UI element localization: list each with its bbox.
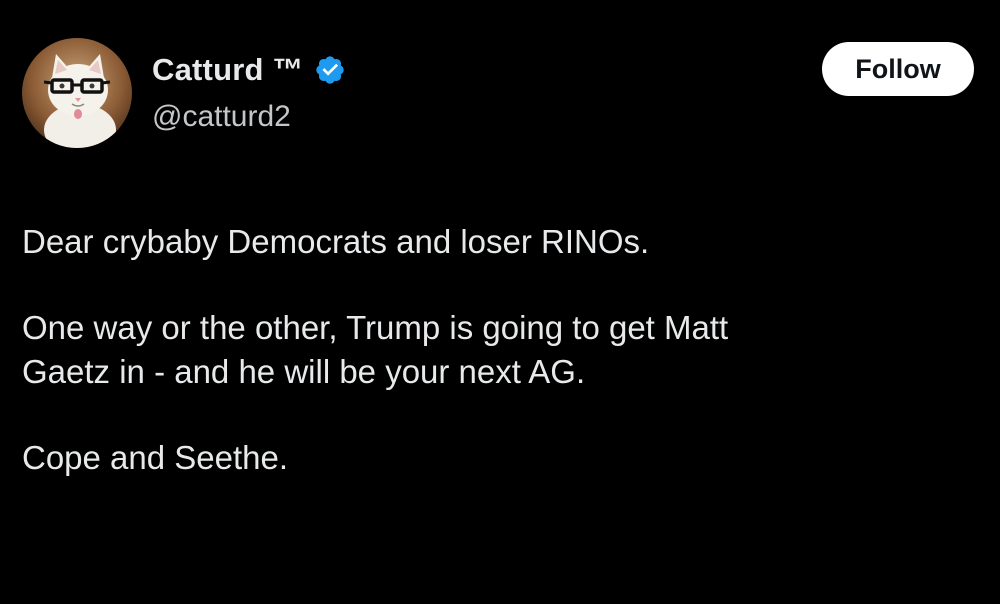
cat-avatar-icon <box>22 38 132 148</box>
author-name-row: Catturd ™ <box>152 50 346 90</box>
tweet-paragraph: One way or the other, Trump is going to … <box>22 309 729 390</box>
tweet-card: Catturd ™ @catturd2 Follow Dear crybaby … <box>0 0 1000 604</box>
verified-badge-icon <box>314 54 346 86</box>
tweet-body: Dear crybaby Democrats and loser RINOs. … <box>22 220 982 522</box>
follow-button[interactable]: Follow <box>822 42 974 96</box>
author-display-name[interactable]: Catturd ™ <box>152 52 304 88</box>
tweet-paragraph: Dear crybaby Democrats and loser RINOs. <box>22 223 650 260</box>
avatar[interactable] <box>22 38 132 148</box>
tweet-paragraph: Cope and Seethe. <box>22 439 289 476</box>
author-handle[interactable]: @catturd2 <box>152 100 291 134</box>
